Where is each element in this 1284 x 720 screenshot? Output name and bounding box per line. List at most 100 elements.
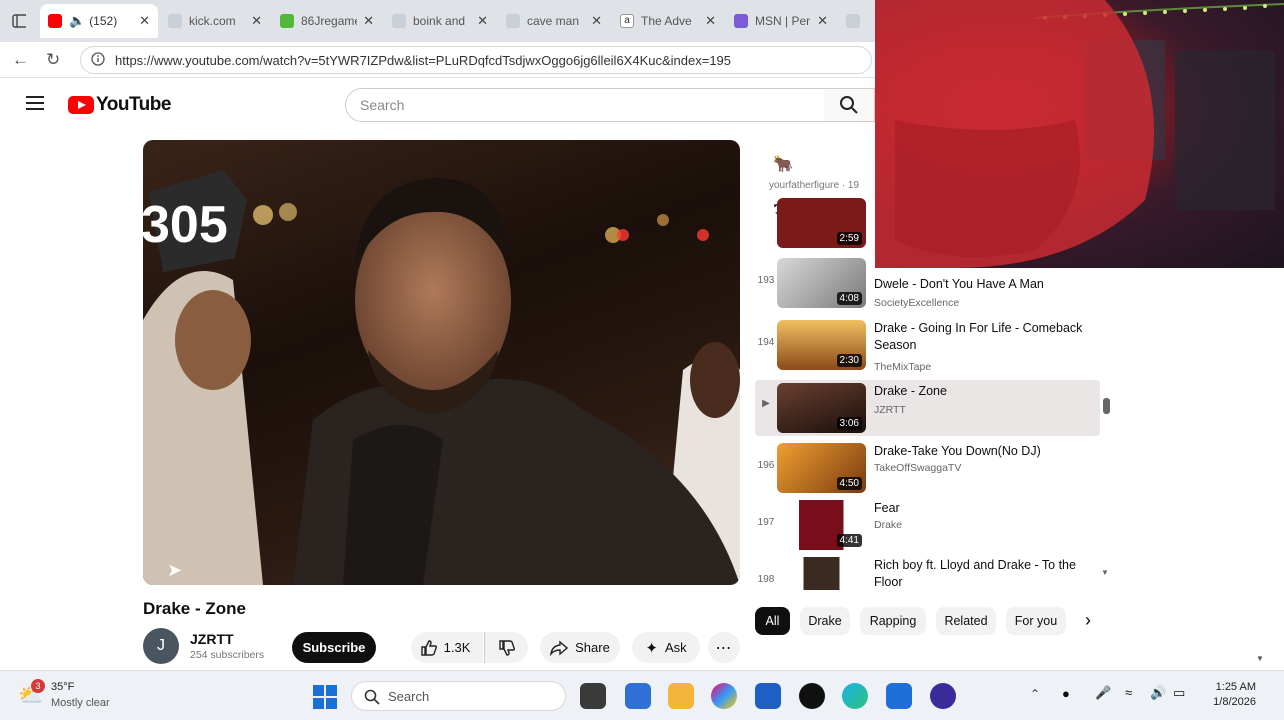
tab-kick[interactable]: kick.com ✕ <box>160 6 270 36</box>
chevron-right-icon[interactable]: › <box>1085 610 1091 631</box>
dislike-button[interactable] <box>484 632 528 663</box>
edge-browser-icon[interactable] <box>842 683 868 709</box>
back-arrow-icon[interactable]: ← <box>12 50 29 70</box>
refresh-icon[interactable]: ↻ <box>46 50 60 70</box>
logo-text: YouTube <box>96 94 171 115</box>
video-duration: 2:30 <box>836 354 862 367</box>
close-tab-icon[interactable]: ✕ <box>817 13 828 29</box>
playlist-owner[interactable]: yourfatherfigure · 19 <box>769 180 859 191</box>
video-duration: 4:50 <box>836 477 862 490</box>
speaker-muted-icon[interactable]: 🔈 <box>69 13 85 29</box>
playlist-item-title: Drake - Zone <box>874 384 947 398</box>
video-player[interactable]: 305 ➤ <box>143 140 740 585</box>
tab-favicon-icon <box>168 14 182 28</box>
subscribe-button[interactable]: Subscribe <box>292 632 376 663</box>
chip-all[interactable]: All <box>755 607 790 635</box>
sparkle-icon: ✦ <box>645 639 658 657</box>
playlist-item[interactable]: 197 4:41 Fear Drake <box>755 497 1100 557</box>
subscribe-label: Subscribe <box>302 640 366 655</box>
video-thumbnail: 4:08 <box>777 258 866 308</box>
scroll-down-arrow-icon[interactable]: ▼ <box>1101 568 1109 577</box>
page-scroll-down-icon[interactable]: ▼ <box>1256 654 1264 663</box>
tab-label: MSN | Per <box>755 14 811 28</box>
task-view-icon[interactable] <box>580 683 606 709</box>
playlist-scrollbar-thumb[interactable] <box>1103 398 1110 414</box>
video-thumbnail: 3:06 <box>777 383 866 433</box>
playlist-index: 193 <box>757 275 775 286</box>
subscriber-count: 254 subscribers <box>190 649 265 661</box>
microphone-icon[interactable]: 🎤 <box>1095 685 1111 701</box>
tab-the-adve[interactable]: a The Adve ✕ <box>612 6 724 36</box>
webcam-overlay <box>875 0 1284 268</box>
search-button[interactable] <box>824 88 875 122</box>
playlist-item-channel: Drake <box>874 519 903 531</box>
playlist-item-channel: TheMixTape <box>874 361 932 373</box>
tab-youtube[interactable]: 🔈 (152) ✕ <box>40 4 158 38</box>
outlook-icon[interactable] <box>886 683 912 709</box>
tray-chevron-up-icon[interactable]: ⌃ <box>1030 687 1040 701</box>
site-info-icon[interactable] <box>91 52 105 69</box>
start-windows-icon[interactable] <box>313 685 337 714</box>
avatar-initial: J <box>157 637 165 654</box>
copilot-icon[interactable] <box>711 683 737 709</box>
url-text: https://www.youtube.com/watch?v=5tYWR7IZ… <box>115 52 732 68</box>
playlist-item[interactable]: 194 2:30 Drake - Going In For Life - Com… <box>755 317 1100 377</box>
chip-for-you[interactable]: For you <box>1006 607 1066 635</box>
media-app-icon[interactable] <box>799 683 825 709</box>
youtube-favicon-icon <box>48 14 62 28</box>
wifi-icon[interactable]: ≈ <box>1125 685 1132 700</box>
playlist-item-title: Fear <box>874 501 900 515</box>
channel-name[interactable]: JZRTT <box>190 631 264 647</box>
volume-icon[interactable]: 🔊 <box>1150 685 1166 701</box>
hamburger-menu-icon[interactable] <box>26 94 46 117</box>
clock[interactable]: 1:25 AM 1/8/2026 <box>1206 681 1256 708</box>
youtube-logo[interactable]: YouTube <box>68 94 171 116</box>
tray-app-icon[interactable]: ● <box>1062 686 1070 701</box>
tab-msn[interactable]: MSN | Per ✕ <box>726 6 836 36</box>
close-tab-icon[interactable]: ✕ <box>477 13 488 29</box>
playlist-item[interactable]: 198 Rich boy ft. Lloyd and Drake - To th… <box>755 554 1100 590</box>
like-button[interactable]: 1.3K <box>411 632 483 663</box>
playlist-item[interactable]: 196 4:50 Drake-Take You Down(No DJ) Take… <box>755 440 1100 500</box>
playlist-item-current[interactable]: ▶ 3:06 Drake - Zone JZRTT <box>755 380 1100 436</box>
chip-related[interactable]: Related <box>936 607 996 635</box>
windows-taskbar: ⛅ 3 35°F Mostly clear Search ⌃ ● 🎤 ≈ 🔊 ▭… <box>0 670 1284 720</box>
close-tab-icon[interactable]: ✕ <box>251 13 262 29</box>
close-tab-icon[interactable]: ✕ <box>139 13 150 29</box>
close-tab-icon[interactable]: ✕ <box>705 13 716 29</box>
playlist-index: 196 <box>757 460 775 471</box>
playlist-index: 194 <box>757 337 775 348</box>
channel-avatar[interactable]: J <box>143 628 179 664</box>
chip-label: All <box>765 614 780 628</box>
tab-label: cave man <box>527 14 580 28</box>
share-button[interactable]: Share <box>540 632 620 663</box>
video-duration: 4:41 <box>836 534 862 547</box>
chip-label: Related <box>944 614 988 628</box>
channel-info[interactable]: J JZRTT 254 subscribers <box>143 628 264 664</box>
tab-boink[interactable]: boink and ✕ <box>384 6 496 36</box>
thumbs-down-icon <box>498 639 515 656</box>
now-playing-icon: ▶ <box>762 398 770 409</box>
file-explorer-icon[interactable] <box>668 683 694 709</box>
close-tab-icon[interactable]: ✕ <box>363 13 374 29</box>
tab-game[interactable]: 86Jregame ✕ <box>272 6 382 36</box>
taskbar-search[interactable]: Search <box>351 681 566 711</box>
more-actions-button[interactable]: ⋯ <box>708 632 740 663</box>
playlist-item-channel: SocietyExcellence <box>874 297 960 309</box>
chip-drake[interactable]: Drake <box>800 607 850 635</box>
store-icon[interactable] <box>755 683 781 709</box>
search-placeholder: Search <box>360 97 405 113</box>
search-input[interactable]: Search <box>345 88 825 122</box>
close-tab-icon[interactable]: ✕ <box>591 13 602 29</box>
chart-app-icon[interactable] <box>625 683 651 709</box>
chip-rapping[interactable]: Rapping <box>860 607 926 635</box>
battery-icon[interactable]: ▭ <box>1173 685 1185 701</box>
tab-actions-icon[interactable] <box>4 6 34 36</box>
url-field[interactable]: https://www.youtube.com/watch?v=5tYWR7IZ… <box>80 46 872 74</box>
search-icon <box>840 96 858 114</box>
address-bar-row: ← ↻ https://www.youtube.com/watch?v=5tYW… <box>0 42 875 78</box>
ask-button[interactable]: ✦ Ask <box>632 632 700 663</box>
tab-overflow[interactable] <box>838 6 875 36</box>
tab-cave-man[interactable]: cave man ✕ <box>498 6 610 36</box>
app-circle-icon[interactable] <box>930 683 956 709</box>
